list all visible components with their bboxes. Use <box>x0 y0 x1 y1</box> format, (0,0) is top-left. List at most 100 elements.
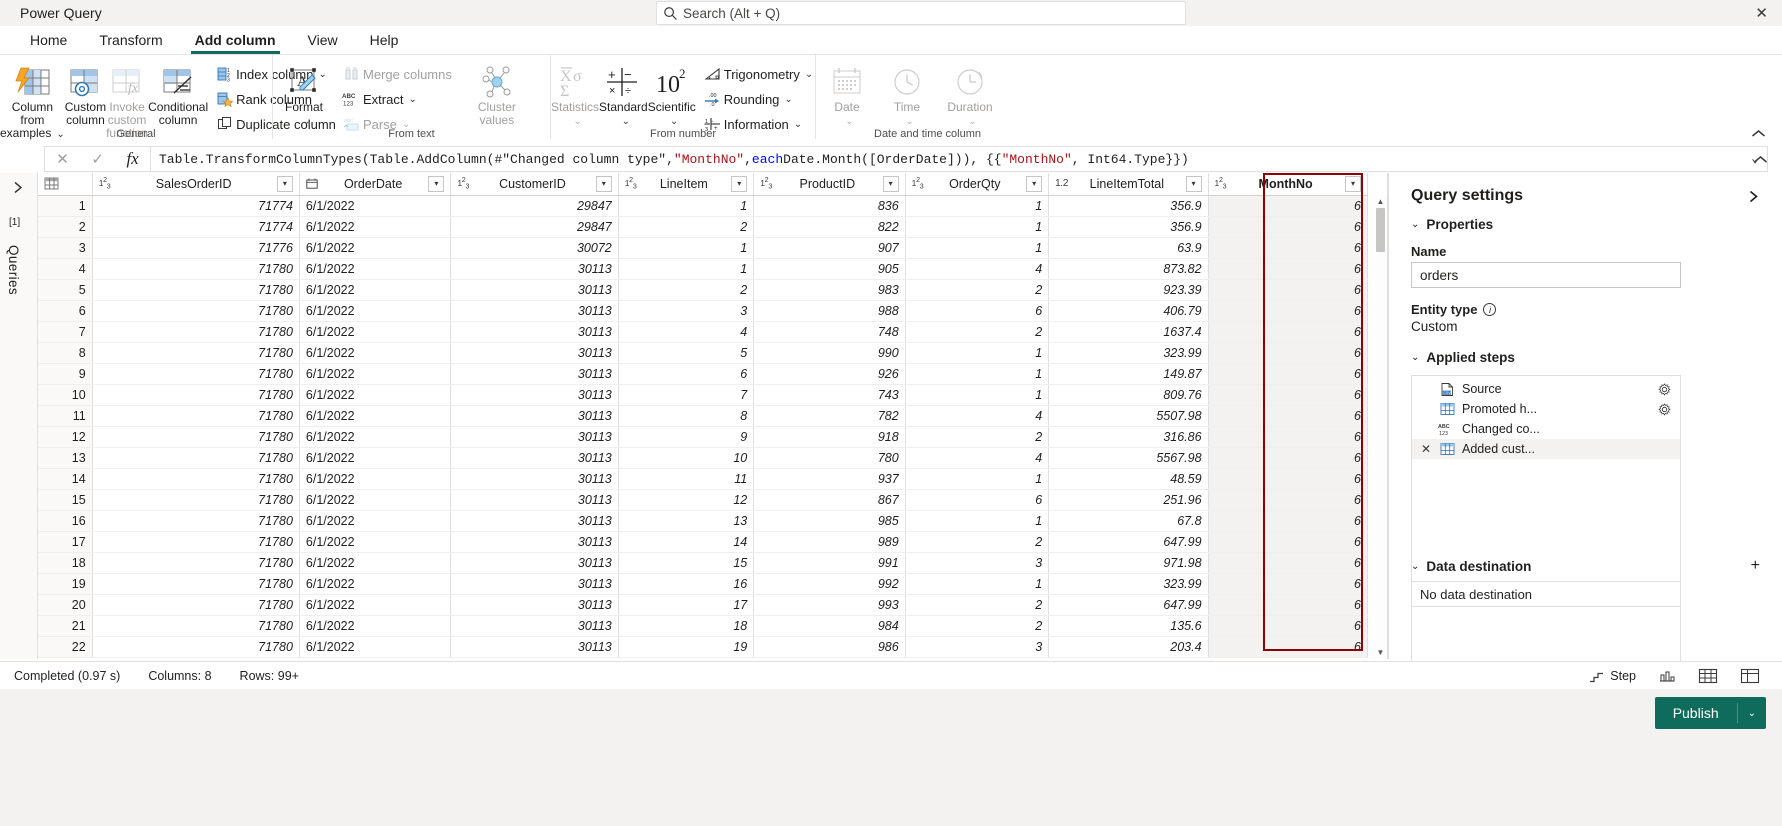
cell-lineitemtotal[interactable]: 323.99 <box>1048 573 1209 595</box>
cell-customerid[interactable]: 30113 <box>450 615 619 637</box>
cell-orderdate[interactable]: 6/1/2022 <box>299 300 452 322</box>
cell-lineitemtotal[interactable]: 356.9 <box>1048 195 1209 217</box>
cell-lineitem[interactable]: 2 <box>618 279 755 301</box>
cell-orderdate[interactable]: 6/1/2022 <box>299 279 452 301</box>
custom-column-button[interactable]: Custom column <box>65 59 106 127</box>
cell-orderqty[interactable]: 1 <box>905 510 1050 532</box>
chevron-right-icon[interactable] <box>12 181 25 194</box>
cell-customerid[interactable]: 30113 <box>450 300 619 322</box>
cell-lineitemtotal[interactable]: 873.82 <box>1048 258 1209 280</box>
plus-icon[interactable]: + <box>1751 557 1760 575</box>
cell-monthno[interactable]: 6 <box>1208 300 1369 322</box>
cell-orderqty[interactable]: 6 <box>905 489 1050 511</box>
cell-salesorderid[interactable]: 71780 <box>92 279 300 301</box>
ribbon-collapse-icon[interactable] <box>1751 129 1766 139</box>
applied-steps-section-header[interactable]: ⌄ Applied steps <box>1389 334 1782 369</box>
cell-lineitemtotal[interactable]: 63.9 <box>1048 237 1209 259</box>
row-number[interactable]: 18 <box>38 552 93 574</box>
table-row[interactable]: 5 71780 6/1/2022 30113 2 983 2 923.39 6 <box>38 279 1369 301</box>
cell-lineitem[interactable]: 4 <box>618 321 755 343</box>
cell-monthno[interactable]: 6 <box>1208 216 1369 238</box>
cell-customerid[interactable]: 30113 <box>450 468 619 490</box>
row-number[interactable]: 8 <box>38 342 93 364</box>
cell-lineitem[interactable]: 12 <box>618 489 755 511</box>
row-number[interactable]: 4 <box>38 258 93 280</box>
cell-salesorderid[interactable]: 71780 <box>92 552 300 574</box>
cell-productid[interactable]: 918 <box>753 426 906 448</box>
column-header-customer-id[interactable]: 123 CustomerID ▾ <box>450 173 619 196</box>
merge-columns-button[interactable]: Merge columns <box>341 63 452 85</box>
time-button[interactable]: Time ⌄ <box>878 59 936 128</box>
cell-monthno[interactable]: 6 <box>1208 615 1369 637</box>
chevron-down-icon[interactable]: ⌄ <box>805 69 813 80</box>
tab-view[interactable]: View <box>292 32 354 54</box>
cell-productid[interactable]: 989 <box>753 531 906 553</box>
cell-customerid[interactable]: 29847 <box>450 195 619 217</box>
cell-lineitem[interactable]: 2 <box>618 216 755 238</box>
properties-section-header[interactable]: ⌄ Properties <box>1389 215 1782 236</box>
cell-orderqty[interactable]: 1 <box>905 237 1050 259</box>
cell-productid[interactable]: 985 <box>753 510 906 532</box>
cell-salesorderid[interactable]: 71780 <box>92 510 300 532</box>
cell-customerid[interactable]: 30113 <box>450 447 619 469</box>
cell-lineitemtotal[interactable]: 323.99 <box>1048 342 1209 364</box>
cell-orderdate[interactable]: 6/1/2022 <box>299 510 452 532</box>
cell-orderdate[interactable]: 6/1/2022 <box>299 531 452 553</box>
cell-orderqty[interactable]: 1 <box>905 468 1050 490</box>
cell-customerid[interactable]: 30113 <box>450 321 619 343</box>
cell-customerid[interactable]: 30113 <box>450 531 619 553</box>
cell-customerid[interactable]: 30072 <box>450 237 619 259</box>
cell-orderqty[interactable]: 1 <box>905 573 1050 595</box>
scroll-down-icon[interactable]: ▼ <box>1374 646 1387 659</box>
column-filter-button[interactable]: ▾ <box>1185 175 1202 192</box>
cell-salesorderid[interactable]: 71780 <box>92 342 300 364</box>
cell-salesorderid[interactable]: 71774 <box>92 195 300 217</box>
table-row[interactable]: 11 71780 6/1/2022 30113 8 782 4 5507.98 6 <box>38 405 1369 427</box>
publish-button[interactable]: Publish ⌄ <box>1654 697 1766 729</box>
cell-lineitemtotal[interactable]: 1637.4 <box>1048 321 1209 343</box>
column-filter-button[interactable]: ▾ <box>1026 175 1043 192</box>
cell-monthno[interactable]: 6 <box>1208 384 1369 406</box>
cell-salesorderid[interactable]: 71780 <box>92 447 300 469</box>
cell-lineitem[interactable]: 11 <box>618 468 755 490</box>
cell-customerid[interactable]: 30113 <box>450 636 619 658</box>
cell-monthno[interactable]: 6 <box>1208 195 1369 217</box>
chevron-down-icon[interactable]: ⌄ <box>573 116 581 127</box>
cell-orderqty[interactable]: 2 <box>905 279 1050 301</box>
cell-orderqty[interactable]: 1 <box>905 363 1050 385</box>
cell-customerid[interactable]: 30113 <box>450 279 619 301</box>
tab-add-column[interactable]: Add column <box>179 32 292 54</box>
cell-productid[interactable]: 983 <box>753 279 906 301</box>
table-row[interactable]: 10 71780 6/1/2022 30113 7 743 1 809.76 6 <box>38 384 1369 406</box>
cell-orderdate[interactable]: 6/1/2022 <box>299 636 452 658</box>
row-number[interactable]: 5 <box>38 279 93 301</box>
data-destination-value[interactable]: No data destination <box>1411 581 1681 607</box>
column-header-sales-order-id[interactable]: 123 SalesOrderID ▾ <box>92 173 300 196</box>
cell-lineitemtotal[interactable]: 316.86 <box>1048 426 1209 448</box>
publish-chevron-down-icon[interactable]: ⌄ <box>1738 708 1766 719</box>
cell-lineitem[interactable]: 14 <box>618 531 755 553</box>
data-destination-section-header[interactable]: ⌄ Data destination <box>1411 559 1531 574</box>
cell-salesorderid[interactable]: 71780 <box>92 615 300 637</box>
cell-monthno[interactable]: 6 <box>1208 531 1369 553</box>
column-filter-button[interactable]: ▾ <box>276 175 293 192</box>
cell-productid[interactable]: 988 <box>753 300 906 322</box>
chevron-down-icon[interactable]: ⌄ <box>905 116 913 127</box>
cell-salesorderid[interactable]: 71774 <box>92 216 300 238</box>
row-number[interactable]: 1 <box>38 195 93 217</box>
cell-salesorderid[interactable]: 71776 <box>92 237 300 259</box>
row-number[interactable]: 16 <box>38 510 93 532</box>
cell-productid[interactable]: 867 <box>753 489 906 511</box>
table-row[interactable]: 16 71780 6/1/2022 30113 13 985 1 67.8 6 <box>38 510 1369 532</box>
cell-orderqty[interactable]: 1 <box>905 342 1050 364</box>
cell-customerid[interactable]: 30113 <box>450 426 619 448</box>
column-header-month-no[interactable]: 123 MonthNo ▾ <box>1208 173 1369 196</box>
cell-customerid[interactable]: 30113 <box>450 573 619 595</box>
row-number[interactable]: 13 <box>38 447 93 469</box>
cell-salesorderid[interactable]: 71780 <box>92 258 300 280</box>
cell-lineitem[interactable]: 7 <box>618 384 755 406</box>
search-input[interactable]: Search (Alt + Q) <box>656 1 1186 25</box>
column-header-order-qty[interactable]: 123 OrderQty ▾ <box>905 173 1050 196</box>
cell-lineitem[interactable]: 1 <box>618 237 755 259</box>
cell-customerid[interactable]: 30113 <box>450 405 619 427</box>
